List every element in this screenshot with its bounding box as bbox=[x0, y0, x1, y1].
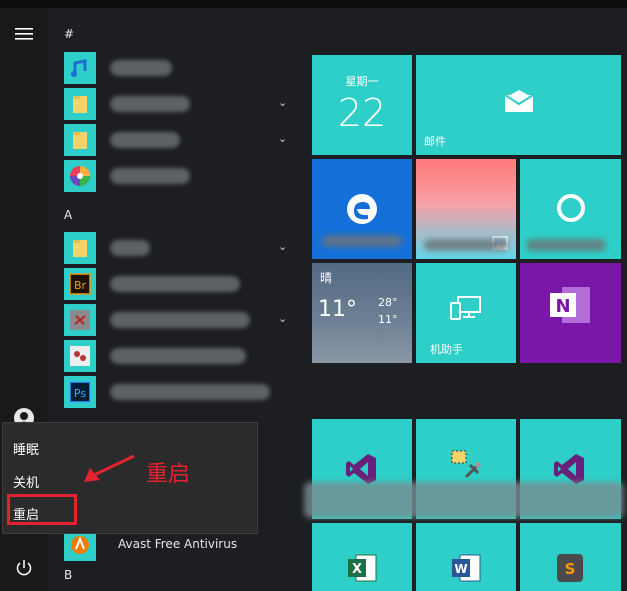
chevron-down-icon[interactable]: ⌄ bbox=[278, 132, 287, 145]
edge-tile[interactable] bbox=[312, 159, 412, 259]
onenote-tile[interactable]: N bbox=[520, 263, 621, 363]
mail-tile-label: 邮件 bbox=[424, 135, 446, 148]
word-tile[interactable]: W bbox=[416, 523, 516, 591]
list-item[interactable]: Ps bbox=[62, 376, 302, 408]
music-app-icon bbox=[64, 52, 96, 84]
chevron-down-icon[interactable]: ⌄ bbox=[278, 96, 287, 109]
blurred-label bbox=[322, 235, 402, 247]
chevron-down-icon[interactable]: ⌄ bbox=[278, 312, 287, 325]
list-item[interactable]: ⌄ bbox=[62, 304, 302, 336]
blurred-label bbox=[110, 96, 190, 112]
word-icon: W bbox=[450, 553, 482, 587]
svg-text:W: W bbox=[454, 562, 467, 576]
sublime-tile[interactable]: S bbox=[520, 523, 621, 591]
tools-icon bbox=[448, 447, 484, 487]
shutdown-menu-item[interactable]: 关机 bbox=[13, 472, 39, 491]
sublime-icon: S bbox=[556, 553, 584, 587]
blurred-label bbox=[110, 276, 240, 292]
app-icon bbox=[64, 304, 96, 336]
svg-text:Ps: Ps bbox=[74, 387, 86, 400]
blurred-label bbox=[110, 348, 246, 364]
weather-tile[interactable]: 晴 11° 28° 11° bbox=[312, 263, 412, 363]
chevron-down-icon[interactable]: ⌄ bbox=[278, 240, 287, 253]
svg-text:X: X bbox=[352, 562, 362, 577]
photoshop-app-icon: Ps bbox=[64, 376, 96, 408]
blurred-label bbox=[110, 240, 150, 256]
list-item[interactable]: ⌄ bbox=[62, 124, 302, 156]
folder-icon bbox=[64, 88, 96, 120]
list-item[interactable] bbox=[62, 52, 302, 84]
weather-high-temp: 28° bbox=[378, 296, 398, 309]
sleep-menu-item[interactable]: 睡眠 bbox=[13, 439, 39, 458]
blurred-label bbox=[110, 168, 190, 184]
phone-tile-label: 机助手 bbox=[430, 343, 463, 356]
mail-icon bbox=[504, 89, 534, 117]
excel-tile[interactable]: X bbox=[312, 523, 412, 591]
section-header-a[interactable]: A bbox=[64, 208, 72, 222]
list-item[interactable]: ⌄ bbox=[62, 232, 302, 264]
hamburger-icon[interactable] bbox=[12, 22, 36, 46]
section-header-b[interactable]: B bbox=[64, 568, 72, 582]
blurred-label bbox=[424, 239, 508, 251]
annotation-label: 重启 bbox=[146, 462, 191, 487]
pinwheel-app-icon bbox=[64, 160, 96, 192]
list-item[interactable]: Br bbox=[62, 268, 302, 300]
blurred-label bbox=[526, 239, 606, 251]
restart-highlight-box bbox=[7, 494, 77, 525]
mail-tile[interactable]: 邮件 bbox=[416, 55, 621, 155]
edge-icon bbox=[344, 191, 380, 231]
annotation-arrow-icon bbox=[84, 454, 135, 482]
svg-text:Br: Br bbox=[74, 279, 87, 292]
photo-tile[interactable] bbox=[416, 159, 516, 259]
svg-text:N: N bbox=[555, 296, 570, 317]
weather-current-temp: 11° bbox=[318, 297, 357, 322]
power-icon[interactable] bbox=[12, 556, 36, 580]
phone-assistant-tile[interactable]: 机助手 bbox=[416, 263, 516, 363]
calendar-tile[interactable]: 星期一 22 bbox=[312, 55, 412, 155]
blurred-label bbox=[304, 482, 624, 518]
excel-icon: X bbox=[346, 553, 378, 587]
calendar-day-number: 22 bbox=[337, 91, 387, 135]
app-label: Avast Free Antivirus bbox=[118, 537, 238, 551]
bridge-app-icon: Br bbox=[64, 268, 96, 300]
calendar-day-name: 星期一 bbox=[345, 75, 379, 88]
app-icon bbox=[64, 340, 96, 372]
section-header-hash[interactable]: # bbox=[64, 27, 74, 41]
cortana-tile[interactable] bbox=[520, 159, 621, 259]
blurred-label bbox=[110, 132, 180, 148]
folder-icon bbox=[64, 124, 96, 156]
phone-pc-icon bbox=[448, 293, 484, 327]
svg-text:S: S bbox=[565, 560, 576, 578]
blurred-label bbox=[110, 60, 172, 76]
list-item[interactable]: ⌄ bbox=[62, 88, 302, 120]
blurred-label bbox=[110, 384, 270, 400]
weather-condition: 晴 bbox=[320, 271, 333, 285]
list-item[interactable] bbox=[62, 160, 302, 192]
blurred-label bbox=[110, 312, 250, 328]
cortana-icon bbox=[555, 192, 587, 228]
folder-icon bbox=[64, 232, 96, 264]
top-bar bbox=[0, 0, 627, 8]
weather-low-temp: 11° bbox=[378, 313, 398, 326]
onenote-icon: N bbox=[548, 285, 592, 329]
list-item[interactable] bbox=[62, 340, 302, 372]
